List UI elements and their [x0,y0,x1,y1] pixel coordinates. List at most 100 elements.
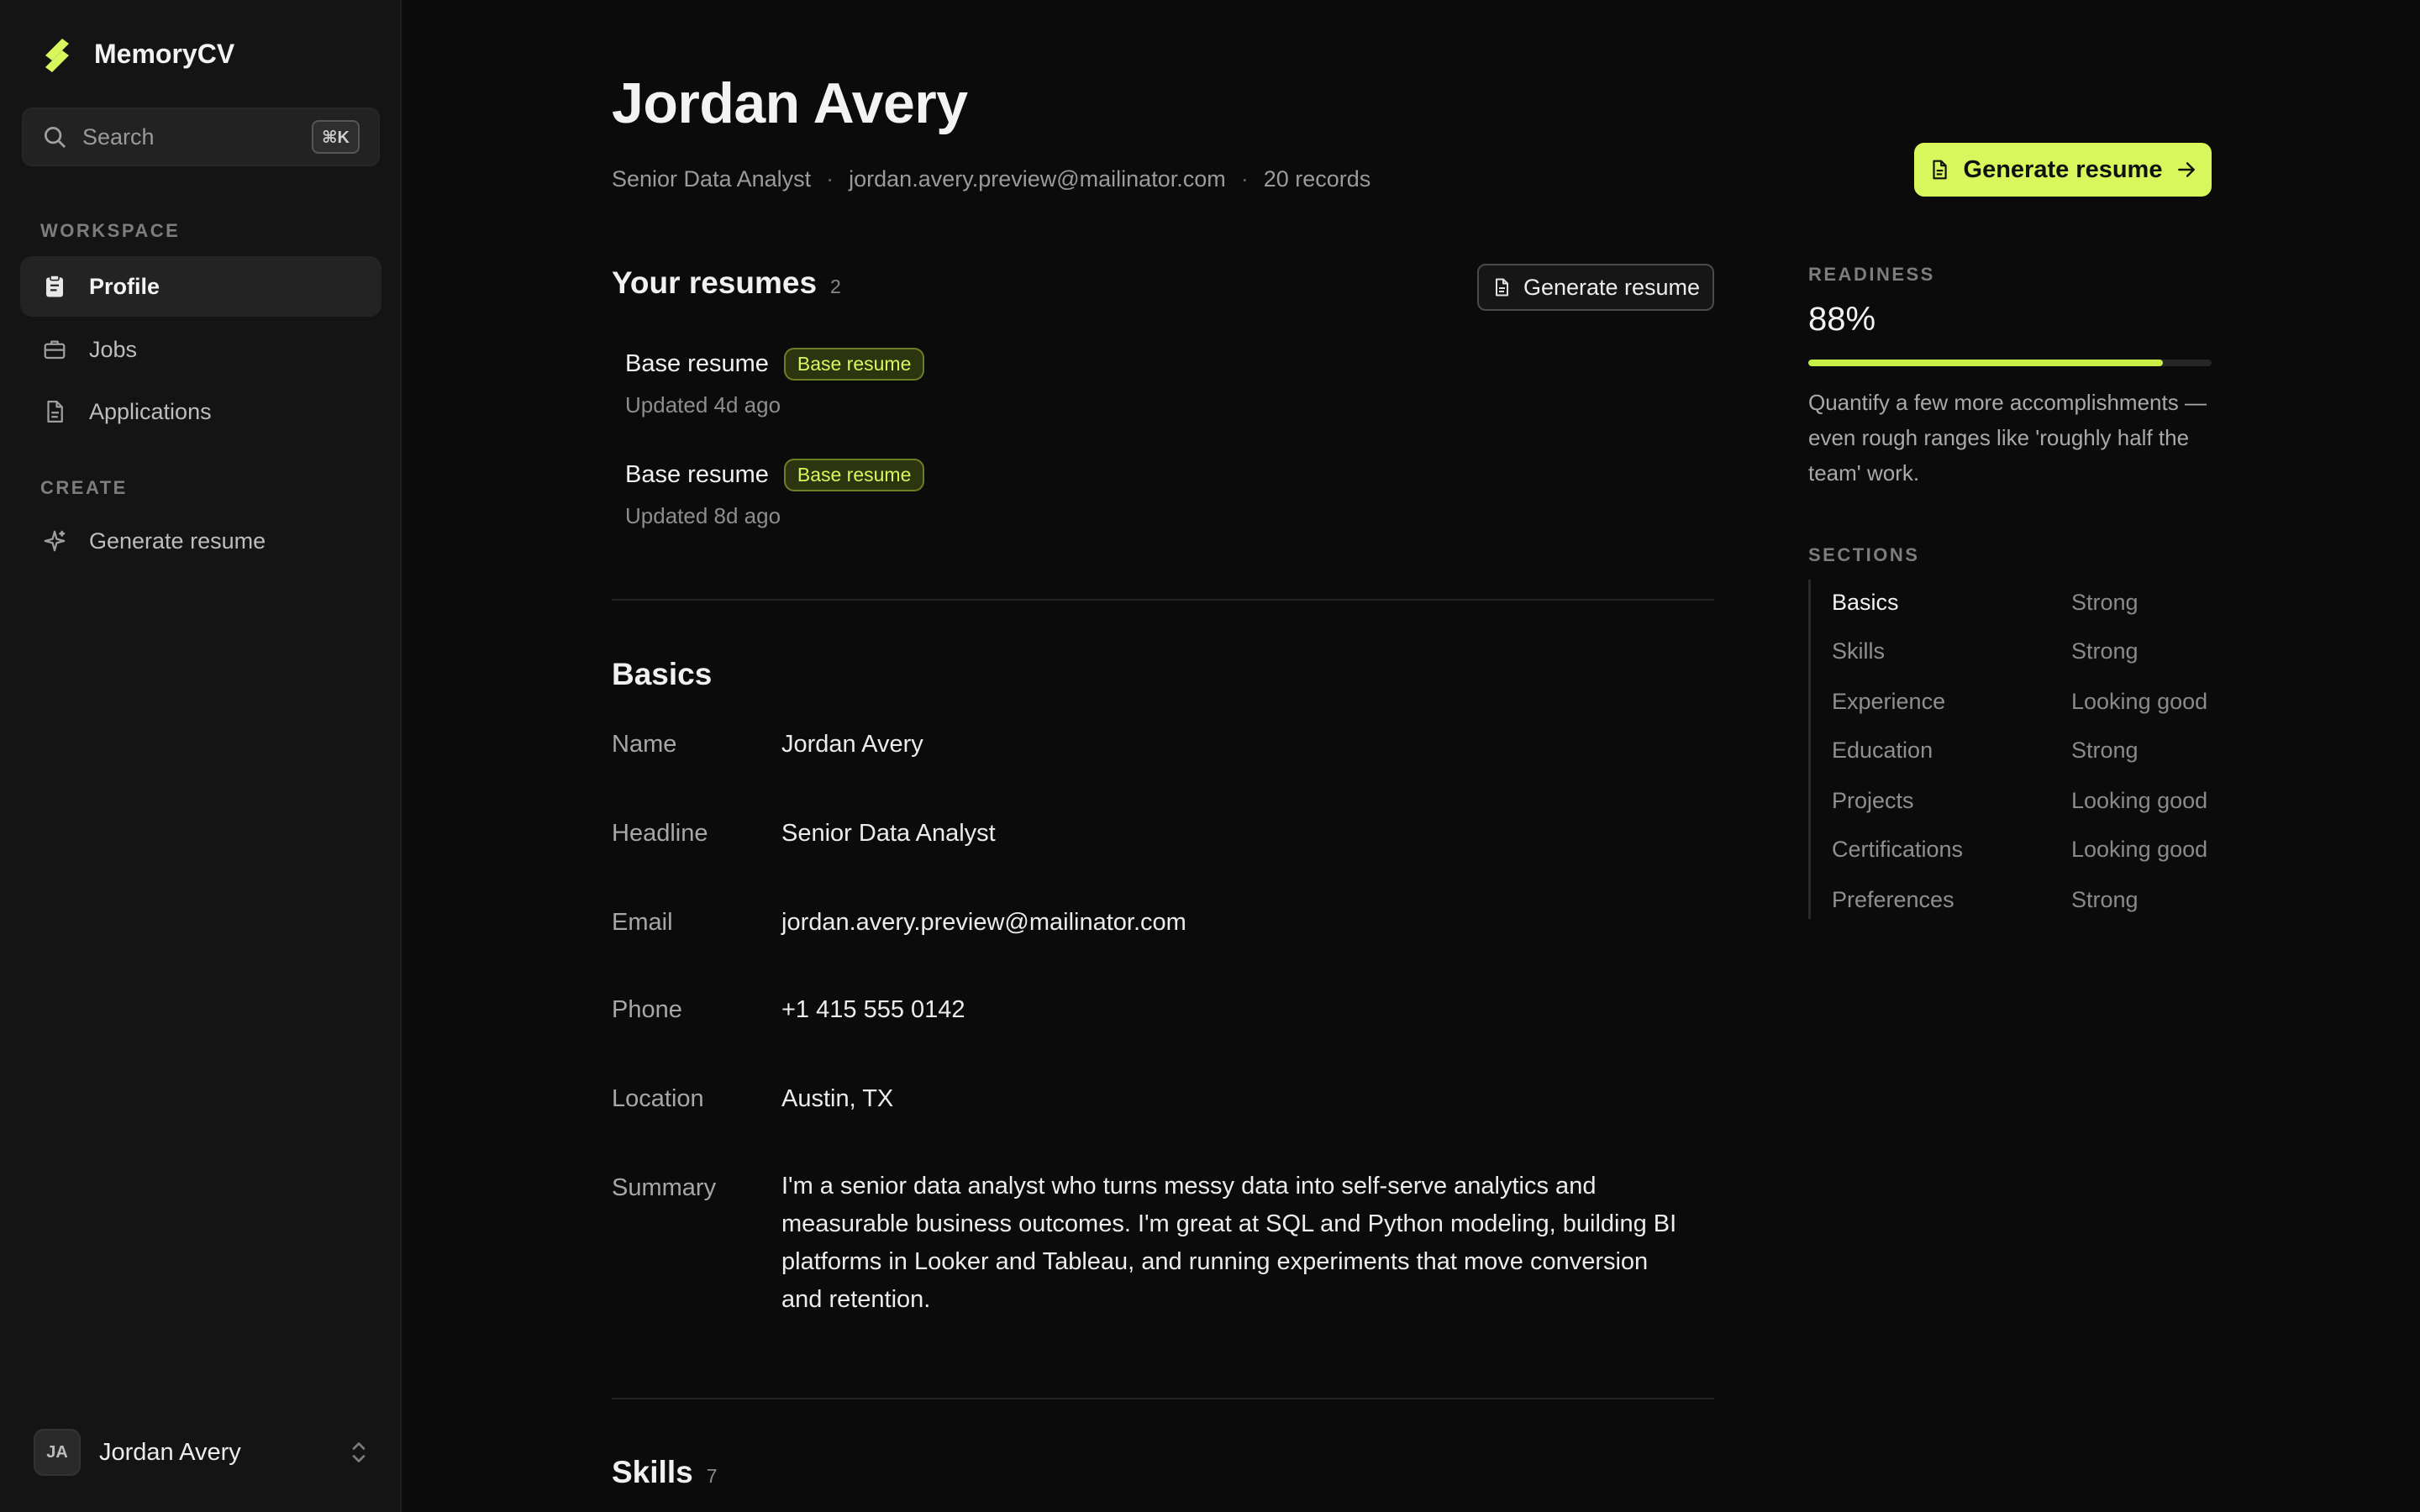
field-value-headline[interactable]: Senior Data Analyst [781,820,996,848]
section-status: Strong [2071,590,2139,615]
readiness-progress-fill [1808,360,2164,366]
meta-separator: · [826,166,834,192]
profile-meta: Senior Data Analyst · jordan.avery.previ… [612,166,1370,192]
sidebar-item-applications[interactable]: Applications [20,381,381,442]
skills-heading: Skills 7 [612,1455,717,1490]
resume-name: Base resume [625,461,769,488]
section-item-skills[interactable]: Skills Strong [1832,638,2214,664]
create-section-label: CREATE [40,477,128,498]
app-root: MemoryCV Search ⌘K WORKSPACE Profile Job… [0,0,2420,1512]
section-divider [612,1398,1714,1399]
resume-badge: Base resume [783,459,925,491]
workspace-section-label: WORKSPACE [40,220,181,241]
section-item-experience[interactable]: Experience Looking good [1832,689,2214,715]
sparkle-icon [44,530,66,552]
readiness-progress-bar [1808,360,2212,366]
field-label-email: Email [612,909,673,936]
section-name: Preferences [1832,887,1954,912]
section-item-projects[interactable]: Projects Looking good [1832,788,2214,814]
section-name: Skills [1832,638,1886,664]
resume-name: Base resume [625,350,769,377]
field-value-location[interactable]: Austin, TX [781,1085,893,1113]
resumes-count: 2 [830,276,841,297]
readiness-note: Quantify a few more accomplishments — ev… [1808,390,2207,486]
resume-updated: Updated 8d ago [625,503,781,528]
resume-item[interactable]: Base resume Base resume Updated 8d ago [625,459,925,529]
document-icon [1932,160,1947,180]
page-title: Jordan Avery [612,71,968,135]
user-menu[interactable]: JA Jordan Avery [34,1428,370,1477]
resume-badge: Base resume [783,348,925,381]
readiness-label: READINESS [1808,264,1935,285]
meta-records: 20 records [1263,166,1371,192]
sidebar: MemoryCV Search ⌘K WORKSPACE Profile Job… [0,0,402,1512]
brand-name: MemoryCV [94,38,235,69]
basics-title: Basics [612,657,713,691]
resume-item[interactable]: Base resume Base resume Updated 4d ago [625,348,925,418]
section-item-basics[interactable]: Basics Strong [1832,590,2214,616]
section-name: Certifications [1832,837,1964,862]
section-item-education[interactable]: Education Strong [1832,738,2214,764]
field-label-phone: Phone [612,996,682,1023]
skills-count: 7 [706,1465,718,1487]
resume-updated: Updated 4d ago [625,392,781,417]
sidebar-item-label: Generate resume [89,528,266,554]
resumes-title: Your resumes [612,265,818,300]
basics-heading: Basics [612,657,712,692]
section-name: Projects [1832,788,1914,813]
field-value-name[interactable]: Jordan Avery [781,731,923,759]
meta-headline: Senior Data Analyst [612,166,812,192]
section-status: Strong [2071,638,2139,664]
memorycv-logo-icon [45,39,69,72]
section-status: Strong [2071,887,2139,912]
briefcase-icon [44,340,66,360]
field-label-name: Name [612,731,677,758]
section-status: Looking good [2071,837,2208,862]
avatar: JA [34,1429,81,1476]
search-placeholder: Search [82,123,155,150]
main-content: Jordan Avery Senior Data Analyst · jorda… [402,0,2420,1512]
section-name: Basics [1832,590,1899,615]
section-status: Strong [2071,738,2139,763]
brand[interactable]: MemoryCV [40,34,234,74]
document-icon [47,401,63,423]
skills-title: Skills [612,1455,693,1489]
document-icon [1495,278,1508,297]
sidebar-item-label: Jobs [89,336,138,362]
sidebar-item-jobs[interactable]: Jobs [20,319,381,380]
section-name: Education [1832,738,1933,763]
chevron-up-down-icon [352,1442,366,1462]
field-value-phone[interactable]: +1 415 555 0142 [781,996,965,1024]
meta-email: jordan.avery.preview@mailinator.com [849,166,1226,192]
section-name: Experience [1832,689,1946,714]
section-divider [612,599,1714,601]
field-value-summary[interactable]: I'm a senior data analyst who turns mess… [781,1168,1689,1319]
sections-label: SECTIONS [1808,544,1920,565]
generate-resume-primary-button[interactable]: Generate resume [1914,143,2212,197]
search-input[interactable]: Search ⌘K [22,108,380,166]
field-value-email[interactable]: jordan.avery.preview@mailinator.com [781,909,1186,937]
sidebar-item-profile[interactable]: Profile [20,256,381,317]
clipboard-icon [46,275,63,297]
search-icon [45,127,66,148]
sidebar-item-label: Applications [89,398,212,424]
readiness-value: 88% [1808,301,1876,338]
generate-resume-primary-label: Generate resume [1963,155,2163,183]
field-label-summary: Summary [612,1174,717,1201]
user-name: Jordan Avery [99,1438,241,1466]
search-shortcut: ⌘K [312,120,360,154]
section-item-certifications[interactable]: Certifications Looking good [1832,837,2214,863]
section-status: Looking good [2071,788,2208,813]
generate-resume-secondary-button[interactable]: Generate resume [1477,264,1714,311]
field-label-location: Location [612,1085,704,1112]
arrow-right-icon [2178,162,2196,177]
sections-list: Basics Strong Skills Strong Experience L… [1808,580,2212,919]
sidebar-item-label: Profile [89,273,160,299]
section-item-preferences[interactable]: Preferences Strong [1832,887,2214,913]
meta-separator: · [1240,166,1249,192]
sidebar-item-generate-resume[interactable]: Generate resume [20,511,381,571]
section-status: Looking good [2071,689,2208,714]
generate-resume-secondary-label: Generate resume [1523,274,1701,300]
resumes-heading: Your resumes 2 [612,265,841,301]
field-label-headline: Headline [612,820,708,847]
